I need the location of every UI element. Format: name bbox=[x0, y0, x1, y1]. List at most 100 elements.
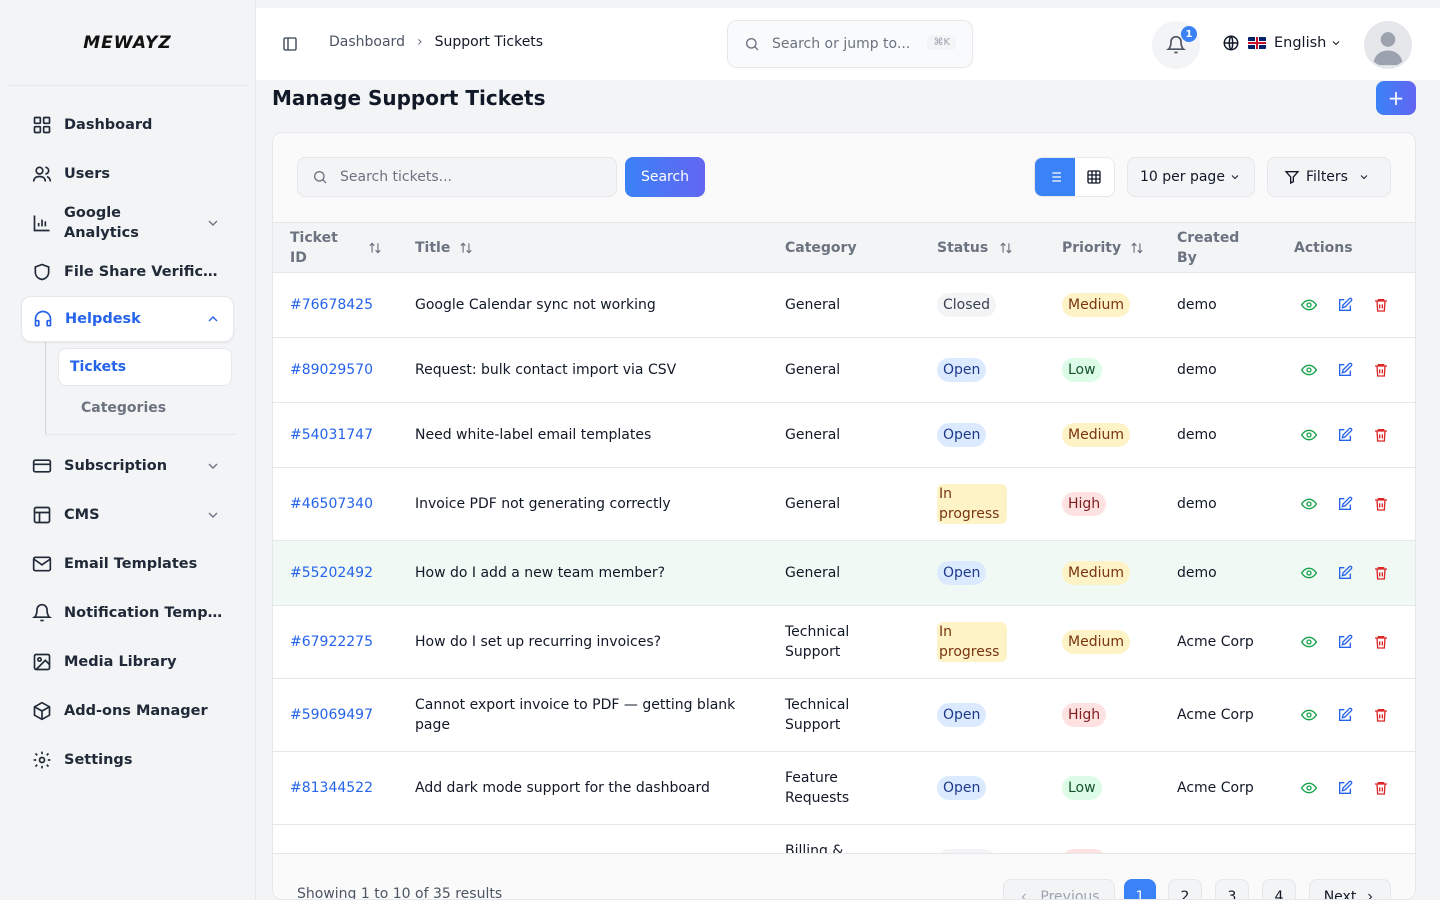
edit-icon[interactable] bbox=[1337, 427, 1353, 443]
per-page-select[interactable]: 10 per page bbox=[1127, 157, 1255, 197]
search-button[interactable]: Search bbox=[625, 157, 705, 197]
sidebar-item-file-share[interactable]: File Share Verifica... bbox=[0, 247, 255, 296]
view-icon[interactable] bbox=[1301, 362, 1317, 378]
view-icon[interactable] bbox=[1301, 427, 1317, 443]
priority-badge-cell: Medium bbox=[1062, 403, 1130, 467]
sidebar-item-settings[interactable]: Settings bbox=[0, 735, 255, 784]
ticket-id-link-cell: #76678425 bbox=[290, 273, 373, 337]
view-icon[interactable] bbox=[1301, 297, 1317, 313]
view-toggle bbox=[1034, 157, 1115, 197]
delete-icon[interactable] bbox=[1373, 780, 1389, 796]
delete-icon[interactable] bbox=[1373, 707, 1389, 723]
sidebar-subitem-tickets[interactable]: Tickets bbox=[58, 348, 232, 386]
grid-view-button[interactable] bbox=[1075, 158, 1115, 196]
ticket-category-cell: General bbox=[785, 273, 875, 337]
brand-logo[interactable]: MEWAYZ bbox=[8, 0, 247, 86]
sidebar: MEWAYZ Dashboard Users Google Analytics … bbox=[0, 0, 256, 900]
user-avatar[interactable] bbox=[1364, 21, 1412, 69]
search-icon bbox=[314, 171, 327, 184]
sidebar-subitem-categories[interactable]: Categories bbox=[58, 389, 232, 427]
priority-badge-cell: Low bbox=[1062, 338, 1102, 402]
edit-icon[interactable] bbox=[1337, 707, 1353, 723]
sidebar-item-addons[interactable]: Add-ons Manager bbox=[0, 686, 255, 735]
edit-icon[interactable] bbox=[1337, 362, 1353, 378]
global-search-input[interactable]: Search or jump to... ⌘K bbox=[727, 20, 973, 68]
ticket-search-input[interactable]: Search tickets... bbox=[297, 157, 617, 197]
delete-icon[interactable] bbox=[1373, 565, 1389, 581]
status-badge-cell: Open bbox=[937, 338, 1017, 402]
sidebar-item-notification-templates[interactable]: Notification Templ... bbox=[0, 588, 255, 637]
edit-icon[interactable] bbox=[1337, 297, 1353, 313]
breadcrumb-dashboard[interactable]: Dashboard bbox=[329, 34, 405, 50]
delete-icon[interactable] bbox=[1373, 496, 1389, 512]
table-row[interactable]: #67922275 How do I set up recurring invoi… bbox=[273, 606, 1415, 679]
sidebar-item-users[interactable]: Users bbox=[0, 149, 255, 198]
add-ticket-button[interactable]: + bbox=[1376, 81, 1416, 115]
ticket-id-link[interactable]: #46507340 bbox=[290, 494, 373, 514]
edit-icon[interactable] bbox=[1337, 565, 1353, 581]
ticket-title-cell: Cannot export invoice to PDF — getting b… bbox=[415, 679, 755, 751]
sort-icon[interactable] bbox=[999, 241, 1013, 255]
sidebar-item-subscription[interactable]: Subscription bbox=[0, 441, 255, 490]
view-icon[interactable] bbox=[1301, 496, 1317, 512]
previous-page-button[interactable]: Previous bbox=[1003, 879, 1115, 899]
sidebar-item-dashboard[interactable]: Dashboard bbox=[0, 100, 255, 149]
mail-icon bbox=[32, 554, 52, 574]
view-icon[interactable] bbox=[1301, 780, 1317, 796]
sidebar-item-cms[interactable]: CMS bbox=[0, 490, 255, 539]
next-page-button[interactable]: Next bbox=[1309, 879, 1391, 899]
created-by-cell: demo bbox=[1177, 403, 1217, 467]
logo-text: MEWAYZ bbox=[83, 32, 172, 53]
edit-icon[interactable] bbox=[1337, 634, 1353, 650]
table-row[interactable]: #46507340 Invoice PDF not generating corr… bbox=[273, 468, 1415, 541]
table-row[interactable]: #52861354 Billing discrepancy on last inv… bbox=[273, 825, 1415, 853]
ticket-category: General bbox=[785, 565, 841, 581]
page-4-button[interactable]: 4 bbox=[1262, 879, 1296, 899]
table-row[interactable]: #89029570 Request: bulk contact import vi… bbox=[273, 338, 1415, 403]
ticket-id-link[interactable]: #67922275 bbox=[290, 632, 373, 652]
edit-icon[interactable] bbox=[1337, 496, 1353, 512]
ticket-title-cell: Need white-label email templates bbox=[415, 403, 755, 467]
created-by: demo bbox=[1177, 297, 1217, 313]
view-icon[interactable] bbox=[1301, 634, 1317, 650]
ticket-category: General bbox=[785, 362, 841, 378]
delete-icon[interactable] bbox=[1373, 297, 1389, 313]
ticket-id-link[interactable]: #89029570 bbox=[290, 360, 373, 380]
created-by-cell: Acme Corp bbox=[1177, 606, 1254, 678]
delete-icon[interactable] bbox=[1373, 427, 1389, 443]
edit-icon[interactable] bbox=[1337, 780, 1353, 796]
sidebar-item-email-templates[interactable]: Email Templates bbox=[0, 539, 255, 588]
ticket-id-link[interactable]: #54031747 bbox=[290, 425, 373, 445]
ticket-id-link[interactable]: #59069497 bbox=[290, 705, 373, 725]
priority-badge-cell: Low bbox=[1062, 752, 1102, 824]
ticket-id-link[interactable]: #55202492 bbox=[290, 563, 373, 583]
view-icon[interactable] bbox=[1301, 565, 1317, 581]
sort-icon[interactable] bbox=[368, 241, 382, 255]
breadcrumb: Dashboard › Support Tickets bbox=[329, 34, 543, 50]
table-row[interactable]: #54031747 Need white-label email template… bbox=[273, 403, 1415, 468]
filters-button[interactable]: Filters bbox=[1267, 157, 1391, 197]
list-view-button[interactable] bbox=[1035, 158, 1075, 196]
page-3-button[interactable]: 3 bbox=[1215, 879, 1249, 899]
table-row[interactable]: #81344522 Add dark mode support for the d… bbox=[273, 752, 1415, 825]
table-row[interactable]: #55202492 How do I add a new team member?… bbox=[273, 541, 1415, 606]
ticket-id-link[interactable]: #81344522 bbox=[290, 778, 373, 798]
sidebar-item-google-analytics[interactable]: Google Analytics bbox=[0, 198, 255, 247]
ticket-id-link[interactable]: #76678425 bbox=[290, 295, 373, 315]
ticket-id-link-cell: #81344522 bbox=[290, 752, 373, 824]
table-row[interactable]: #76678425 Google Calendar sync not workin… bbox=[273, 273, 1415, 338]
language-selector[interactable]: English bbox=[1222, 34, 1342, 52]
sidebar-toggle-icon[interactable] bbox=[282, 36, 298, 52]
sort-icon[interactable] bbox=[459, 241, 473, 255]
delete-icon[interactable] bbox=[1373, 362, 1389, 378]
created-by-cell: demo bbox=[1177, 468, 1217, 540]
sidebar-item-helpdesk[interactable]: Helpdesk bbox=[21, 296, 234, 342]
sort-icon[interactable] bbox=[1130, 241, 1144, 255]
delete-icon[interactable] bbox=[1373, 634, 1389, 650]
page-2-button[interactable]: 2 bbox=[1168, 879, 1202, 899]
table-row[interactable]: #59069497 Cannot export invoice to PDF — … bbox=[273, 679, 1415, 752]
view-icon[interactable] bbox=[1301, 707, 1317, 723]
notifications-button[interactable]: 1 bbox=[1152, 21, 1200, 69]
page-1-button[interactable]: 1 bbox=[1124, 879, 1156, 899]
sidebar-item-media-library[interactable]: Media Library bbox=[0, 637, 255, 686]
